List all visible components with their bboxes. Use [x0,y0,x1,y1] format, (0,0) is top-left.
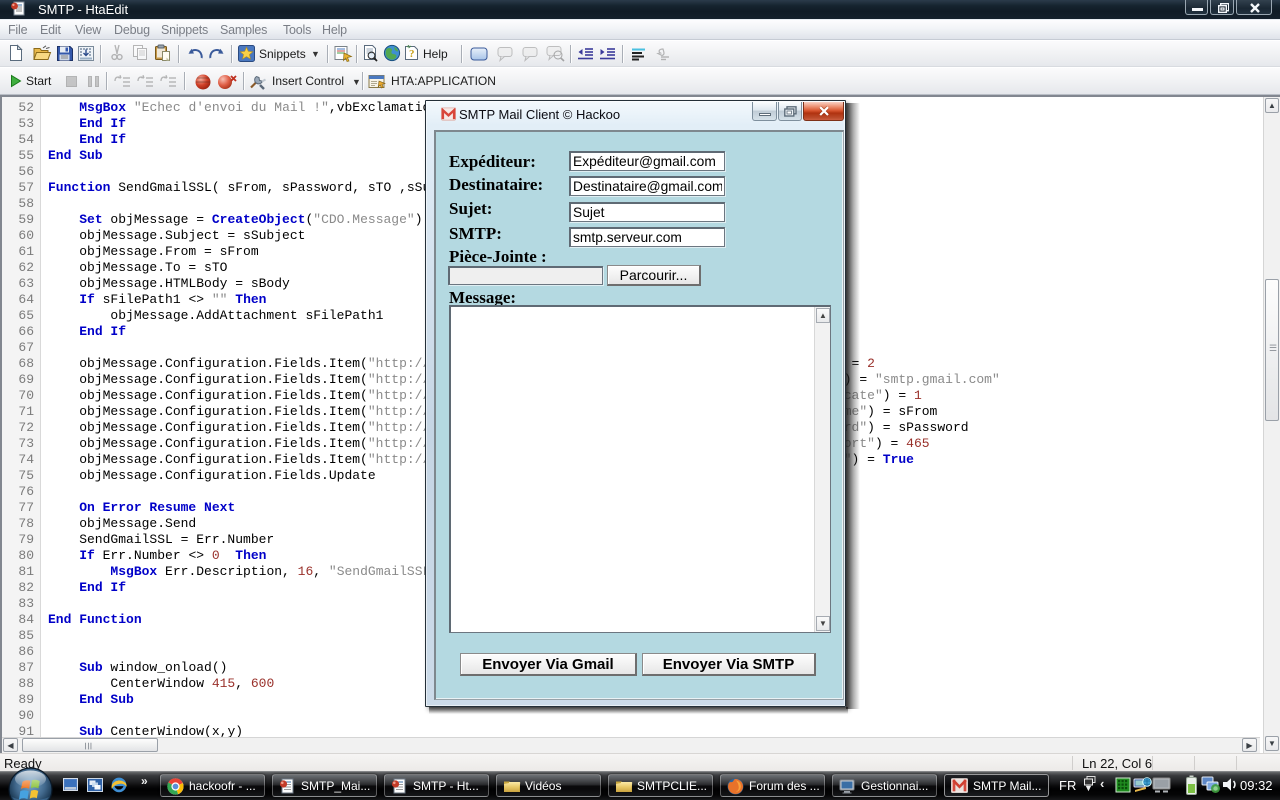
svg-text:?: ? [409,48,415,60]
